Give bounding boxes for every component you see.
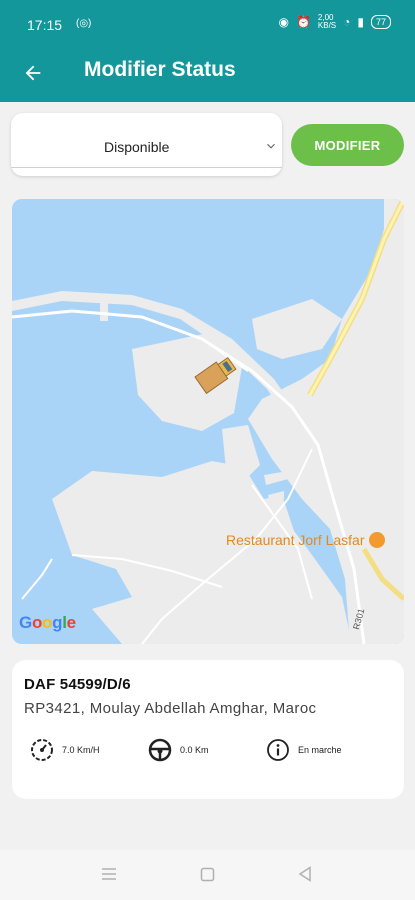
steering-wheel-icon bbox=[148, 738, 172, 762]
menu-nav-button[interactable] bbox=[99, 864, 119, 884]
info-icon bbox=[267, 739, 289, 761]
signal-icon: ▮ bbox=[357, 15, 364, 29]
distance-stat: 0.0 Km bbox=[148, 738, 209, 762]
select-underline bbox=[11, 167, 282, 168]
vibrate-icon: ◉ bbox=[278, 15, 289, 29]
back-button[interactable] bbox=[18, 58, 48, 88]
menu-icon bbox=[102, 868, 116, 880]
chevron-down-icon bbox=[267, 143, 275, 149]
app-bar: Modifier Status bbox=[0, 48, 415, 102]
battery-icon: 77 bbox=[370, 15, 391, 29]
vehicle-plate: DAF 54599/D/6 bbox=[24, 676, 131, 693]
status-bar: 17:15 (◎) ◉ ⏰ 2,00 KB/S ◔ ▮ 77 bbox=[0, 0, 415, 48]
speedometer-icon bbox=[31, 739, 53, 761]
status-time: 17:15 bbox=[27, 17, 63, 33]
map-view[interactable]: Restaurant Jorf Lasfar R301 Google bbox=[12, 199, 404, 644]
home-nav-button[interactable] bbox=[197, 864, 217, 884]
engine-status: En marche bbox=[298, 745, 342, 755]
status-select[interactable]: Disponible bbox=[11, 113, 282, 176]
vehicle-info-card: DAF 54599/D/6 RP3421, Moulay Abdellah Am… bbox=[12, 660, 404, 799]
distance-value: 0.0 Km bbox=[180, 745, 209, 755]
engine-stat: En marche bbox=[266, 738, 342, 762]
arrow-left-icon bbox=[25, 65, 41, 81]
alarm-icon: ⏰ bbox=[295, 15, 311, 29]
modify-button[interactable]: MODIFIER bbox=[291, 124, 404, 166]
back-triangle-icon bbox=[298, 866, 311, 882]
status-select-value: Disponible bbox=[104, 139, 170, 155]
system-nav-bar bbox=[0, 850, 415, 900]
speed-stat: 7.0 Km/H bbox=[30, 738, 100, 762]
status-icons: ◉ ⏰ 2,00 KB/S ◔ ▮ 77 bbox=[278, 14, 391, 30]
restaurant-pin-icon bbox=[368, 532, 385, 548]
poi-label: Restaurant Jorf Lasfar bbox=[226, 532, 365, 548]
google-logo: Google bbox=[19, 613, 76, 632]
notification-icon: (◎) bbox=[76, 18, 92, 29]
wifi-icon: ◔ bbox=[343, 15, 351, 29]
speed-value: 7.0 Km/H bbox=[62, 745, 100, 755]
network-speed-icon: 2,00 KB/S bbox=[317, 13, 337, 30]
home-square-icon bbox=[200, 867, 214, 881]
page-title: Modifier Status bbox=[84, 58, 236, 81]
back-nav-button[interactable] bbox=[295, 864, 315, 884]
vehicle-address: RP3421, Moulay Abdellah Amghar, Maroc bbox=[24, 700, 317, 717]
restaurant-poi[interactable]: Restaurant Jorf Lasfar bbox=[226, 532, 385, 548]
map-canvas bbox=[12, 199, 404, 644]
